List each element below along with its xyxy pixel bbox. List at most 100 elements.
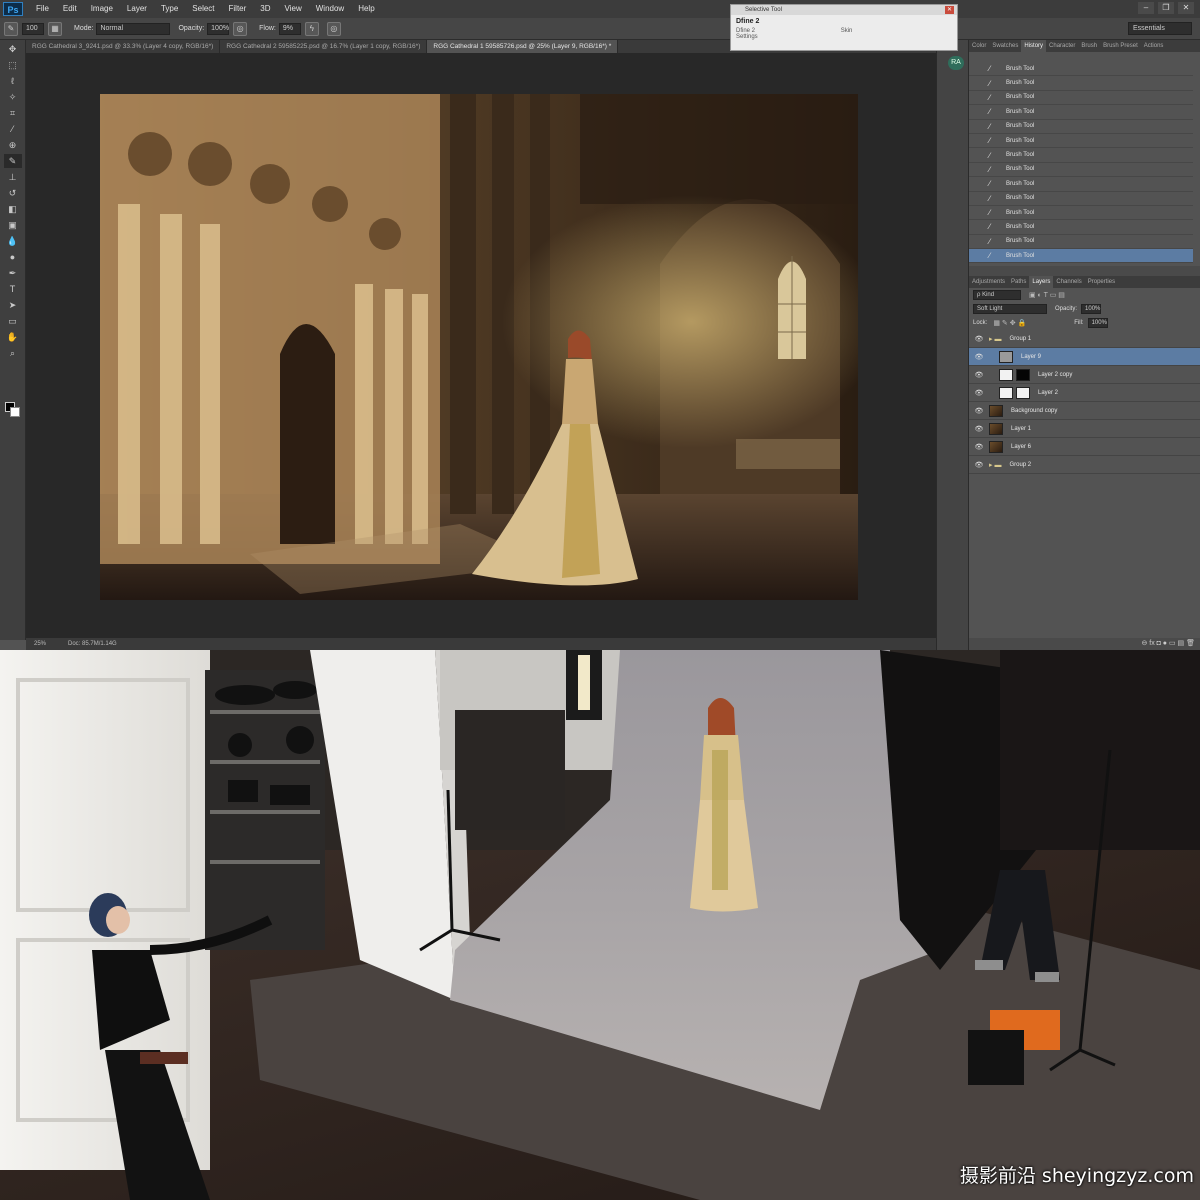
visibility-eye-icon[interactable]: 👁 <box>973 425 985 433</box>
brush-tool-icon[interactable]: ✎ <box>3 154 22 168</box>
menu-image[interactable]: Image <box>84 0 120 18</box>
visibility-eye-icon[interactable]: 👁 <box>973 335 985 343</box>
panel-tab-swatches[interactable]: Swatches <box>989 40 1021 52</box>
layer-row[interactable]: 👁 Layer 6 <box>969 438 1200 456</box>
menu-select[interactable]: Select <box>185 0 221 18</box>
layer-row[interactable]: 👁 Layer 2 <box>969 384 1200 402</box>
clone-stamp-tool-icon[interactable]: ⊥ <box>4 170 22 184</box>
panel-tab-channels[interactable]: Channels <box>1053 276 1084 288</box>
layer-mask-thumbnail[interactable] <box>1016 386 1030 399</box>
layer-row[interactable]: 👁 Layer 1 <box>969 420 1200 438</box>
layer-row[interactable]: 👁 Background copy <box>969 402 1200 420</box>
background-color-swatch[interactable] <box>10 407 20 417</box>
ra-plugin-icon[interactable]: RA <box>948 56 964 70</box>
workspace-select[interactable]: Essentials <box>1128 22 1192 35</box>
document-tab[interactable]: RGG Cathedral 3_9241.psd @ 33.3% (Layer … <box>26 40 221 53</box>
menu-window[interactable]: Window <box>309 0 351 18</box>
move-tool-icon[interactable]: ✥ <box>4 42 22 56</box>
panel-tab-properties[interactable]: Properties <box>1085 276 1118 288</box>
close-button[interactable]: ✕ <box>1178 2 1194 14</box>
shape-tool-icon[interactable]: ▭ <box>4 314 22 328</box>
pressure-opacity-icon[interactable]: ◎ <box>233 21 248 36</box>
selective-tool-plugin-name[interactable]: Dfine 2 <box>731 15 957 28</box>
selective-tool-settings[interactable]: Settings <box>731 34 957 40</box>
selective-tool-row-right[interactable]: Skin <box>841 28 853 34</box>
path-selection-tool-icon[interactable]: ➤ <box>4 298 22 312</box>
dodge-tool-icon[interactable]: ● <box>4 250 22 264</box>
panel-tab-color[interactable]: Color <box>969 40 989 52</box>
history-state[interactable]: ∕ Brush Tool <box>969 192 1193 206</box>
layer-opacity-field[interactable]: 100% <box>1081 304 1102 314</box>
pressure-size-icon[interactable]: ◎ <box>326 21 341 36</box>
visibility-eye-icon[interactable]: 👁 <box>973 407 985 415</box>
opacity-field[interactable]: 100% <box>207 22 230 35</box>
history-state[interactable]: ∕ Brush Tool <box>969 91 1193 106</box>
history-state[interactable]: ∕ Brush Tool <box>969 220 1193 235</box>
brush-panel-toggle-icon[interactable]: ▦ <box>48 21 62 36</box>
panel-tab-brush-preset[interactable]: Brush Preset <box>1100 40 1141 52</box>
visibility-eye-icon[interactable]: 👁 <box>973 371 985 379</box>
quick-selection-tool-icon[interactable]: ✧ <box>4 90 22 104</box>
marquee-tool-icon[interactable]: ⬚ <box>4 58 22 72</box>
layer-row[interactable]: 👁 ▸ ▬ Group 1 <box>969 330 1200 348</box>
history-state[interactable]: ∕ Brush Tool <box>969 148 1193 163</box>
airbrush-icon[interactable]: ϟ <box>304 21 319 36</box>
history-brush-tool-icon[interactable]: ↺ <box>4 186 22 200</box>
pen-tool-icon[interactable]: ✒ <box>4 266 22 280</box>
flow-field[interactable]: 9% <box>278 22 301 35</box>
menu-type[interactable]: Type <box>154 0 185 18</box>
minimize-button[interactable]: – <box>1138 2 1154 14</box>
type-tool-icon[interactable]: T <box>4 282 22 296</box>
visibility-eye-icon[interactable]: 👁 <box>973 443 985 451</box>
history-state[interactable]: ∕ Brush Tool <box>969 177 1193 192</box>
visibility-eye-icon[interactable]: 👁 <box>973 461 985 469</box>
hand-tool-icon[interactable]: ✋ <box>4 330 22 344</box>
lock-icons[interactable]: ▦ ✎ ✥ 🔒 <box>993 319 1026 327</box>
menu-edit[interactable]: Edit <box>56 0 84 18</box>
history-state[interactable]: ∕ Brush Tool <box>969 206 1193 221</box>
healing-brush-tool-icon[interactable]: ⊕ <box>4 138 22 152</box>
panel-tab-character[interactable]: Character <box>1046 40 1078 52</box>
panel-tab-brush[interactable]: Brush <box>1078 40 1100 52</box>
menu-file[interactable]: File <box>29 0 56 18</box>
history-state[interactable]: ∕ Brush Tool <box>969 105 1193 120</box>
menu-layer[interactable]: Layer <box>120 0 154 18</box>
menu-view[interactable]: View <box>278 0 309 18</box>
layer-kind-filter[interactable]: ρ Kind <box>973 290 1021 300</box>
restore-button[interactable]: ❐ <box>1158 2 1174 14</box>
zoom-level[interactable]: 25% <box>34 641 46 647</box>
layer-mask-thumbnail[interactable] <box>1016 368 1030 381</box>
layer-row[interactable]: 👁 Layer 9 <box>969 348 1200 366</box>
zoom-tool-icon[interactable]: ⌕ <box>4 346 22 360</box>
history-state[interactable]: ∕ Brush Tool <box>969 76 1193 91</box>
panel-tab-paths[interactable]: Paths <box>1008 276 1029 288</box>
eraser-tool-icon[interactable]: ◧ <box>4 202 22 216</box>
brush-size-field[interactable]: 100 <box>22 22 44 35</box>
panel-tab-actions[interactable]: Actions <box>1141 40 1167 52</box>
history-state[interactable]: ∕ Brush Tool <box>969 163 1193 178</box>
panel-tab-adjustments[interactable]: Adjustments <box>969 276 1008 288</box>
menu-filter[interactable]: Filter <box>222 0 254 18</box>
selective-tool-close-button[interactable]: ✕ <box>945 6 954 14</box>
layer-row[interactable]: 👁 Layer 2 copy <box>969 366 1200 384</box>
document-tab[interactable]: RGG Cathedral 1 59585726.psd @ 25% (Laye… <box>427 40 619 53</box>
canvas-area[interactable] <box>26 53 936 638</box>
visibility-eye-icon[interactable]: 👁 <box>973 389 985 397</box>
history-state[interactable]: ∕ Brush Tool <box>969 120 1193 134</box>
blur-tool-icon[interactable]: 💧 <box>4 234 22 248</box>
eyedropper-tool-icon[interactable]: ⁄ <box>4 122 22 136</box>
document-tab[interactable]: RGG Cathedral 2 59585225.psd @ 16.7% (La… <box>220 40 428 53</box>
layers-panel-footer[interactable]: ⊖ fx ◘ ● ▭ ▤ 🗑 <box>969 638 1200 650</box>
panel-tab-history[interactable]: History <box>1021 40 1047 52</box>
history-state[interactable]: ∕ Brush Tool <box>969 62 1193 77</box>
lasso-tool-icon[interactable]: ℓ <box>4 74 22 88</box>
panel-tab-layers[interactable]: Layers <box>1029 276 1054 288</box>
layer-filter-icons[interactable]: ▣ ◐ T ▭ ▤ <box>1029 291 1065 299</box>
history-state[interactable]: ∕ Brush Tool <box>969 134 1193 149</box>
visibility-eye-icon[interactable]: 👁 <box>973 353 985 361</box>
history-state[interactable]: ∕ Brush Tool <box>969 249 1193 264</box>
gradient-tool-icon[interactable]: ▣ <box>4 218 22 232</box>
layer-row[interactable]: 👁 ▸ ▬ Group 2 <box>969 456 1200 474</box>
crop-tool-icon[interactable]: ⌗ <box>4 106 22 120</box>
menu-3d[interactable]: 3D <box>253 0 277 18</box>
